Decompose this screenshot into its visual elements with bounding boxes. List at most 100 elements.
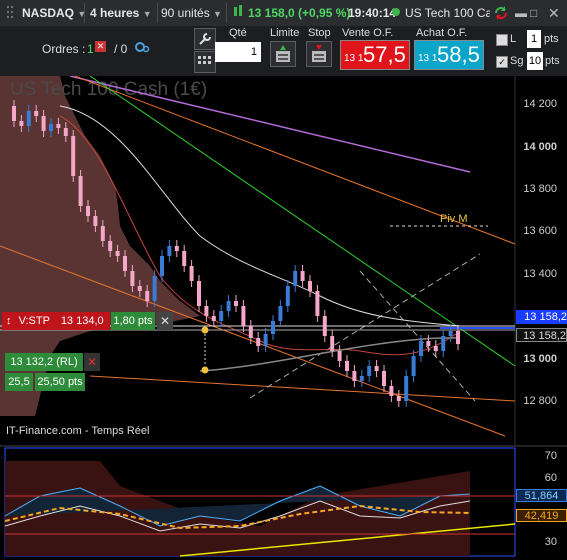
sg-input[interactable]: 10 [527, 52, 543, 70]
candle-body [389, 386, 394, 396]
sell-label: Vente O.F. [342, 27, 394, 39]
buy-price-big: 58,5 [437, 42, 480, 67]
candle-body [49, 124, 53, 131]
units-label: 90 unités [161, 6, 210, 20]
candle-body [167, 246, 172, 256]
sync-icon[interactable] [493, 4, 509, 22]
purple-trendline [69, 76, 471, 173]
candle-body [63, 128, 68, 136]
candle-body [100, 226, 105, 241]
maximize-icon[interactable]: □ [530, 4, 537, 22]
price-tag-secondary: 13 158,2 [516, 328, 567, 342]
buy-price-small: 13 1 [418, 53, 438, 64]
status-dot-icon [391, 4, 401, 22]
drag-handle-icon[interactable]: ↕ [6, 315, 12, 327]
indicator-y-tick: 70 [544, 450, 557, 462]
candle-body [145, 291, 150, 301]
candle-body [12, 106, 16, 121]
pts-label: pts [544, 33, 559, 45]
indicator-y-tick: 30 [544, 536, 557, 548]
chevron-down-icon: ▼ [142, 9, 152, 19]
chart-icon[interactable] [233, 4, 243, 22]
units-selector[interactable]: 90 unités ▼ [161, 4, 222, 22]
symbol-selector[interactable]: NASDAQ ▼ [22, 4, 86, 22]
timeframe-label: 4 heures [90, 6, 140, 20]
candle-body [396, 396, 401, 401]
stop-order-tag[interactable]: ↕ V:STP 13 134,0 [2, 312, 110, 330]
candle-body [419, 341, 423, 356]
y-tick: 12 800 [523, 395, 557, 407]
candle-body [78, 176, 83, 206]
keypad-button[interactable] [194, 51, 216, 73]
candle-body [219, 311, 224, 321]
orange-horizontal [89, 375, 516, 402]
sg-checkbox[interactable]: ✓ [496, 56, 508, 68]
candle-body [404, 376, 409, 401]
candle-body [433, 346, 438, 351]
qty-label: Qté [229, 27, 247, 39]
y-tick: 13 000 [523, 353, 557, 365]
stop-order-price: 13 134,0 [60, 315, 104, 327]
candle-body [234, 301, 238, 306]
indicator-value-orange: 42,419 [516, 509, 567, 522]
stop-label: Stop [308, 27, 331, 39]
candle-body [189, 266, 194, 281]
candle-body [34, 111, 39, 116]
orders-label: Ordres : [42, 42, 86, 56]
indicator-value-blue: 51,864 [516, 489, 567, 502]
candle-body [374, 366, 379, 371]
buy-button[interactable]: 13 1 58,5 [414, 40, 484, 70]
candle-body [411, 356, 416, 376]
candle-body [308, 281, 312, 291]
stop-order-button[interactable] [306, 41, 332, 67]
stop-order-icon [312, 45, 326, 62]
pivot-label: Piv M [440, 213, 468, 225]
cancel-limit-icon[interactable]: ✕ [84, 353, 100, 371]
quote-change: 13 158,0 (+0,95 %) [248, 6, 351, 20]
orders-pending-count: / 0 [114, 42, 128, 56]
candle-body [160, 256, 164, 276]
l-input[interactable]: 1 [527, 30, 541, 48]
sell-price-big: 57,5 [363, 42, 406, 67]
chart-area[interactable]: US Tech 100 Cash (1€) Piv M 14 200 14 00… [0, 76, 567, 560]
candle-body [293, 271, 298, 286]
l-checkbox[interactable] [496, 34, 508, 46]
top-toolbar: NASDAQ ▼ 4 heures ▼ 90 unités ▼ 13 158,0… [0, 0, 567, 27]
candle-body [256, 338, 261, 346]
limit-order-button[interactable] [270, 41, 296, 67]
candle-body [182, 251, 187, 266]
l-label: L [510, 33, 517, 45]
candle-body [93, 216, 98, 226]
limit-order-icon [276, 45, 290, 62]
candle-body [285, 286, 290, 306]
close-orders-icon[interactable]: ✕ [95, 41, 106, 52]
candle-body [211, 316, 216, 321]
y-tick: 13 600 [523, 225, 557, 237]
candle-body [86, 206, 90, 216]
qty-input[interactable]: 1 [215, 42, 261, 62]
candle-body [271, 321, 275, 334]
grip-icon [6, 4, 16, 22]
timeframe-selector[interactable]: 4 heures ▼ [90, 4, 152, 22]
candle-body [115, 251, 120, 256]
candle-body [426, 341, 431, 346]
limit-order-pts: 25,50 pts [35, 373, 85, 391]
settings-gear-icon[interactable] [134, 40, 150, 57]
marker-dot[interactable] [201, 366, 209, 374]
wrench-button[interactable] [194, 28, 216, 50]
candle-body [56, 124, 61, 128]
chart-title: US Tech 100 Cash (1€) [10, 79, 207, 100]
clock-time: 19:40:14 [348, 6, 397, 20]
cancel-stop-icon[interactable]: ✕ [157, 312, 173, 330]
candle-body [152, 276, 157, 301]
sell-button[interactable]: 13 1 57,5 [340, 40, 410, 70]
candle-body [278, 306, 283, 321]
price-tag-current: 13 158,2 [516, 310, 567, 324]
candle-body [226, 301, 231, 311]
limit-order-left: 25,5 [5, 373, 33, 391]
close-icon[interactable]: ✕ [548, 4, 560, 22]
marker-dot[interactable] [201, 326, 209, 334]
minimize-icon[interactable]: ▬ [515, 4, 527, 22]
limit-order-tag[interactable]: 13 132,2 (RL) [5, 353, 83, 371]
candle-body [315, 291, 320, 316]
